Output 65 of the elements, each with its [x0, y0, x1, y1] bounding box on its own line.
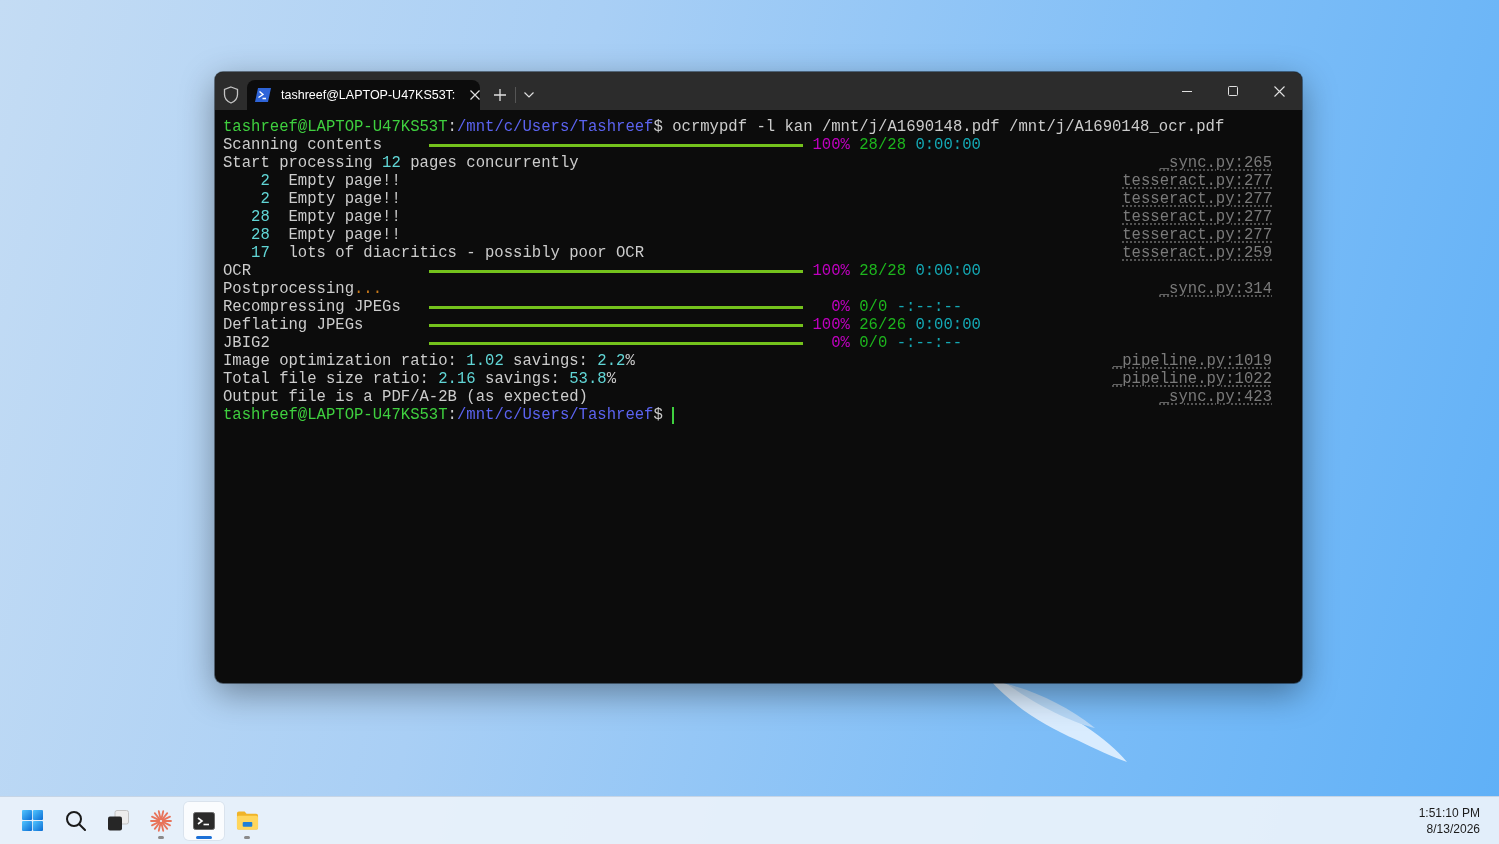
- progress-percent: 100%: [812, 262, 850, 280]
- log-message: Empty page!!: [288, 226, 401, 244]
- log-message: Empty page!!: [288, 172, 401, 190]
- starburst-icon: [150, 809, 172, 832]
- output-line: Start processing 12 pages concurrently: [223, 154, 579, 172]
- progress-time: 0:00:00: [915, 262, 981, 280]
- source-link[interactable]: tesseract.py:259: [1122, 244, 1272, 262]
- command-prompt-line: tashreef@LAPTOP-U47KS53T:/mnt/c/Users/Tashreef$: [223, 406, 663, 424]
- plus-icon: [494, 89, 506, 101]
- progress-percent: 100%: [812, 136, 850, 154]
- page-number: 2: [260, 190, 270, 208]
- maximize-icon: [1228, 86, 1238, 96]
- progress-label: Recompressing JPEGs: [223, 298, 401, 316]
- progress-label: Scanning contents: [223, 136, 383, 154]
- search-icon: [64, 810, 86, 831]
- output-line: Output file is a PDF/A-2B (as expected): [223, 388, 588, 406]
- output-line: Total file size ratio: 2.16 savings: 53.8%: [223, 370, 617, 388]
- folder-icon: [235, 809, 259, 832]
- close-icon: [1273, 85, 1285, 97]
- progress-count: 26/26: [859, 316, 907, 334]
- chevron-down-icon: [524, 92, 534, 98]
- progress-time: -:--:--: [896, 334, 963, 352]
- progress-count: 0/0: [859, 298, 888, 316]
- output-line: Postprocessing...: [223, 280, 383, 298]
- progress-percent: 100%: [812, 316, 850, 334]
- minimize-icon: [1182, 90, 1192, 92]
- output-line: Image optimization ratio: 1.02 savings: 2.2%: [223, 352, 635, 370]
- terminal-prompt-icon: [255, 88, 271, 102]
- terminal-icon: [193, 809, 215, 832]
- source-link[interactable]: _sync.py:423: [1159, 388, 1272, 406]
- source-link[interactable]: _pipeline.py:1022: [1112, 370, 1272, 388]
- source-link[interactable]: tesseract.py:277: [1122, 172, 1272, 190]
- clock-date: 8/13/2026: [1426, 820, 1480, 837]
- progress-percent: 0%: [831, 334, 850, 352]
- log-message: Empty page!!: [288, 190, 401, 208]
- close-icon: [470, 90, 481, 100]
- source-link[interactable]: _sync.py:265: [1159, 154, 1272, 172]
- shield-icon: [223, 86, 239, 104]
- progress-time: 0:00:00: [915, 136, 981, 154]
- overlapping-squares-icon: [107, 810, 129, 831]
- progress-count: 28/28: [859, 262, 907, 280]
- progress-count: 0/0: [859, 334, 888, 352]
- source-link[interactable]: tesseract.py:277: [1122, 190, 1272, 208]
- page-number: 28: [251, 208, 270, 226]
- windows-logo-icon: [21, 810, 43, 831]
- progress-time: -:--:--: [896, 298, 963, 316]
- progress-label: JBIG2: [223, 334, 270, 352]
- source-link[interactable]: tesseract.py:277: [1122, 208, 1272, 226]
- page-number: 28: [251, 226, 270, 244]
- clock-time: 1:51:10 PM: [1418, 804, 1480, 821]
- page-number: 17: [251, 244, 270, 262]
- terminal-tab[interactable]: tashreef@LAPTOP-U47KS53T:: [247, 80, 480, 110]
- terminal-button[interactable]: [184, 801, 224, 840]
- command-prompt-line: tashreef@LAPTOP-U47KS53T:/mnt/c/Users/Tashreef$ ocrmypdf -l kan /mnt/j/A1690148.pdf /mnt/j/A1690148_ocr.pdf: [223, 118, 1225, 136]
- progress-time: 0:00:00: [915, 316, 981, 334]
- progress-label: Deflating JPEGs: [223, 316, 364, 334]
- progress-count: 28/28: [859, 136, 907, 154]
- progress-label: OCR: [223, 262, 252, 280]
- page-number: 2: [260, 172, 270, 190]
- log-message: Empty page!!: [288, 208, 401, 226]
- source-link[interactable]: tesseract.py:277: [1122, 226, 1272, 244]
- progress-percent: 0%: [831, 298, 850, 316]
- source-link[interactable]: _sync.py:314: [1159, 280, 1272, 298]
- source-link[interactable]: _pipeline.py:1019: [1112, 352, 1272, 370]
- log-message: lots of diacritics - possibly poor OCR: [288, 244, 645, 262]
